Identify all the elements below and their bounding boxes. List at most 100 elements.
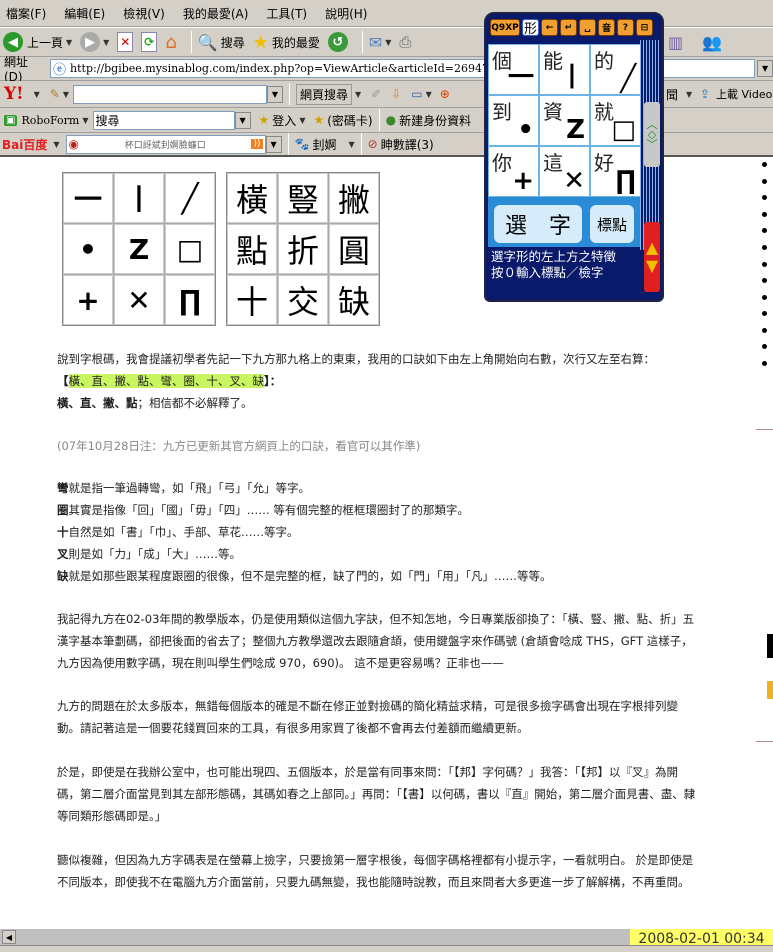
forward-button[interactable]: ▶ ▼ bbox=[80, 32, 109, 52]
news-dropdown[interactable]: ▼ bbox=[686, 90, 692, 99]
baidu-search-input[interactable]: ◉ 杯口訝斌刲婀臉蠊口 )) bbox=[65, 134, 266, 154]
rss-icon[interactable]: )) bbox=[251, 139, 263, 149]
upload-video[interactable]: 上載 Video bbox=[716, 86, 772, 102]
target-icon[interactable]: ⊕ bbox=[440, 87, 450, 101]
yahoo-news[interactable]: 聞 bbox=[666, 86, 678, 103]
passcard-icon: ★ bbox=[313, 113, 325, 127]
menu-tools[interactable]: 工具(T) bbox=[266, 5, 307, 22]
back-dropdown-icon[interactable]: ▼ bbox=[66, 38, 72, 47]
window-icon[interactable]: ▭ bbox=[411, 87, 422, 101]
baidu-button-1[interactable]: 刲婀 bbox=[312, 136, 336, 153]
menu-help[interactable]: 說明(H) bbox=[325, 5, 367, 22]
baidu-search-dropdown[interactable]: ▼ bbox=[265, 135, 282, 153]
pencil-dropdown-icon[interactable]: ▼ bbox=[63, 90, 69, 99]
web-search-button[interactable]: 網頁搜尋 bbox=[295, 83, 352, 105]
ime-shape-button[interactable]: 形 bbox=[522, 19, 540, 37]
roboform-search-input[interactable]: 搜尋 bbox=[92, 110, 235, 130]
new-identity-button[interactable]: 新建身份資料 bbox=[399, 112, 471, 129]
scroll-left-button[interactable]: ◀ bbox=[2, 930, 16, 944]
ime-key[interactable]: 到 • bbox=[489, 96, 538, 145]
back-button[interactable]: ◀ 上一頁 ▼ bbox=[3, 32, 72, 52]
bullet bbox=[762, 162, 767, 167]
messenger-button[interactable]: 👥 bbox=[702, 33, 722, 52]
roboform-search-value: 搜尋 bbox=[95, 113, 120, 128]
ime-key[interactable]: 你 + bbox=[489, 147, 538, 196]
roboform-dropdown[interactable]: ▼ bbox=[82, 116, 88, 125]
ime-key[interactable]: 能丨 bbox=[540, 45, 589, 94]
mail-dropdown-icon[interactable]: ▼ bbox=[385, 38, 391, 47]
ime-help-button[interactable]: ? bbox=[617, 19, 635, 36]
bullet bbox=[762, 328, 767, 333]
ime-mode-button[interactable]: Q9XP bbox=[490, 19, 520, 36]
yahoo-logo[interactable]: Y! bbox=[4, 84, 24, 104]
definition: 就是如那些跟某程度跟圈的很像，但不是完整的框，缺了門的，如「門」「用」「凡」……… bbox=[68, 569, 552, 583]
passcard-button[interactable]: (密碼卡) bbox=[327, 112, 372, 129]
web-search-dropdown[interactable]: ▼ bbox=[355, 90, 361, 99]
messenger-icon: 👥 bbox=[702, 32, 722, 52]
ime-key[interactable]: 這 ✕ bbox=[540, 147, 589, 196]
ime-toolbar: Q9XP 形 ← ↵ ␣ 音 ? ⊟ bbox=[490, 19, 654, 37]
ime-select-char-button[interactable]: 選 字 bbox=[494, 205, 582, 243]
highlight-pen-icon[interactable]: ✐ bbox=[371, 87, 381, 101]
stop-button[interactable]: ✕ bbox=[117, 32, 134, 52]
roboform-label[interactable]: RoboForm bbox=[21, 114, 79, 127]
bold-strokes: 橫、直、撇、點 bbox=[57, 396, 138, 410]
sidebar-button-fragment[interactable] bbox=[767, 681, 773, 699]
menu-file[interactable]: 檔案(F) bbox=[6, 5, 46, 22]
print-button[interactable]: ⎙ bbox=[399, 33, 411, 51]
pencil-icon[interactable]: ✎ bbox=[50, 87, 60, 101]
ime-punctuation-button[interactable]: 標點 bbox=[590, 205, 634, 243]
key-char: 資 bbox=[543, 100, 563, 124]
yahoo-search-dropdown[interactable]: ▼ bbox=[266, 85, 283, 103]
ime-space-button[interactable]: ␣ bbox=[579, 19, 597, 36]
ime-key[interactable]: 個一 bbox=[489, 45, 538, 94]
menu-view[interactable]: 檢視(V) bbox=[123, 5, 165, 22]
baidu-button-1-dropdown[interactable]: ▼ bbox=[348, 140, 354, 149]
roboform-search-dropdown[interactable]: ▼ bbox=[234, 111, 251, 129]
ime-hint-line: 選字形的左上方之特徵 bbox=[491, 249, 617, 264]
favorites-button[interactable]: ★ 我的最愛 bbox=[253, 32, 320, 53]
research-button[interactable]: ▥ bbox=[668, 33, 683, 52]
key-stroke: ✕ bbox=[563, 166, 585, 196]
bullet bbox=[762, 179, 767, 184]
login-dropdown[interactable]: ▼ bbox=[299, 116, 305, 125]
ime-phonetic-button[interactable]: 音 bbox=[598, 19, 616, 36]
bullet bbox=[762, 195, 767, 200]
mail-button[interactable]: ✉ ▼ bbox=[369, 33, 392, 52]
bracket-open: 【 bbox=[57, 374, 69, 388]
baidu-logo[interactable]: Bai百度 bbox=[2, 136, 47, 153]
stroke-cell: 一 bbox=[63, 173, 113, 223]
yahoo-dropdown-icon[interactable]: ▼ bbox=[34, 90, 40, 99]
name-cell: 豎 bbox=[278, 173, 328, 223]
ime-up-arrow-icon[interactable]: ▲ bbox=[646, 239, 658, 257]
stroke-explanations: 彎就是指一筆過轉彎，如「飛」「弓」「允」等字。 圈其實是指像「回」「國」「毋」「… bbox=[57, 477, 697, 587]
ime-enter-button[interactable]: ↵ bbox=[560, 19, 578, 36]
refresh-button[interactable]: ⟳ bbox=[141, 32, 158, 52]
key-char: 你 bbox=[492, 151, 512, 175]
home-button[interactable]: ⌂ bbox=[165, 32, 176, 53]
ime-scroll-arrows[interactable]: ▲ ▼ bbox=[644, 222, 660, 292]
ime-drag-handle[interactable]: ︿ ◇ ﹀ bbox=[644, 102, 660, 167]
menu-favorites[interactable]: 我的最愛(A) bbox=[183, 5, 249, 22]
ime-key[interactable]: 的 ╱ bbox=[591, 45, 640, 94]
forward-dropdown-icon[interactable]: ▼ bbox=[103, 38, 109, 47]
baidu-button-2[interactable]: 眒數譯(3) bbox=[381, 136, 434, 153]
menu-edit[interactable]: 編輯(E) bbox=[64, 5, 105, 22]
yahoo-search-input[interactable] bbox=[72, 84, 267, 104]
baidu-dropdown[interactable]: ▼ bbox=[53, 140, 59, 149]
bullet bbox=[762, 344, 767, 349]
name-cell: 撇 bbox=[329, 173, 379, 223]
ime-key[interactable]: 資Z bbox=[540, 96, 589, 145]
ime-key[interactable]: 好 ∏ bbox=[591, 147, 640, 196]
ime-minimize-button[interactable]: ⊟ bbox=[636, 19, 654, 36]
address-dropdown-button[interactable]: ▼ bbox=[757, 60, 773, 77]
search-button[interactable]: 🔍 搜尋 bbox=[198, 33, 245, 52]
history-button[interactable]: ↺ bbox=[327, 32, 348, 52]
ime-panel[interactable]: Q9XP 形 ← ↵ ␣ 音 ? ⊟ ︿ ◇ ﹀ ▲ ▼ 個一 能丨 的 ╱ 到 • 資Z… bbox=[484, 12, 664, 302]
ime-backspace-button[interactable]: ← bbox=[541, 19, 559, 36]
ime-down-arrow-icon[interactable]: ▼ bbox=[646, 257, 658, 275]
window-dropdown-icon[interactable]: ▼ bbox=[426, 90, 432, 99]
download-icon[interactable]: ⇩ bbox=[391, 87, 401, 101]
login-button[interactable]: 登入 bbox=[272, 112, 296, 129]
ime-key[interactable]: 就 □ bbox=[591, 96, 640, 145]
